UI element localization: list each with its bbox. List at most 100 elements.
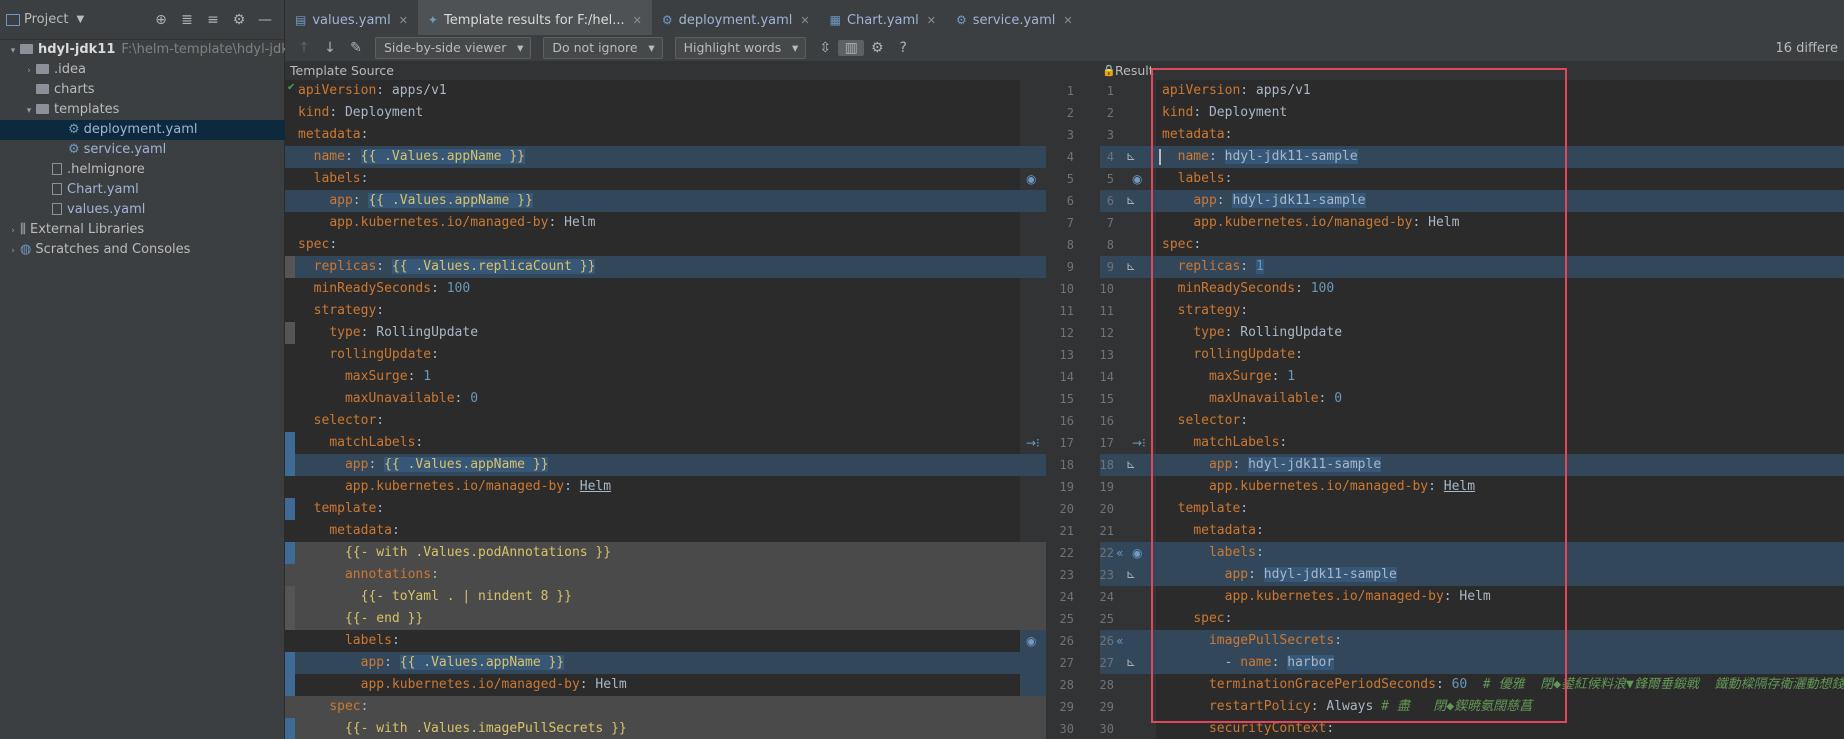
scratch-icon: ◍	[20, 242, 32, 257]
gear-icon: ⚙	[68, 122, 80, 137]
tree-item[interactable]: .helmignore	[0, 160, 322, 180]
code-line: {{- end }}	[285, 608, 1020, 630]
tab-3[interactable]: ▦ Chart.yaml ✕	[820, 0, 946, 40]
sync-scroll-icon[interactable]: ▥	[838, 40, 865, 56]
settings-gear-icon[interactable]: ⚙	[864, 40, 890, 56]
ignore-dropdown[interactable]: Do not ignore	[543, 37, 663, 59]
tree-item[interactable]: charts	[0, 80, 306, 100]
tree-item[interactable]: › .idea	[0, 60, 306, 80]
template-source-pane[interactable]: apiVersion: apps/v1 kind: Deployment metad…	[285, 80, 1020, 739]
apply-change-icon[interactable]: ⊾	[1126, 259, 1136, 273]
line-number: 12	[1059, 326, 1074, 340]
line-number: 5	[1066, 172, 1074, 186]
insert-arrow-icon[interactable]: →⁝	[1026, 436, 1040, 450]
close-icon[interactable]: ✕	[927, 14, 936, 27]
change-marker	[285, 586, 295, 608]
gutter-band	[1020, 652, 1046, 674]
gutter-band	[1020, 608, 1046, 630]
line-number: 4	[1106, 150, 1114, 164]
merge-icon[interactable]: ◉	[1026, 172, 1036, 186]
apply-change-icon[interactable]: ⊾	[1126, 457, 1136, 471]
line-number: 14	[1099, 370, 1114, 384]
code-line: spec:	[1193, 611, 1233, 626]
line-number: 3	[1106, 128, 1114, 142]
collapse-all-icon[interactable]: ≡	[200, 12, 226, 28]
tab-4[interactable]: ⚙ service.yaml ✕	[946, 0, 1083, 40]
tab-0[interactable]: ▤ values.yaml ✕	[285, 0, 418, 40]
code-line: maxUnavailable: 0	[344, 391, 479, 406]
result-pane[interactable]: apiVersion: apps/v1 kind: Deployment metad…	[1156, 80, 1844, 739]
line-number: 2	[1106, 106, 1114, 120]
viewer-dropdown[interactable]: Side-by-side viewer	[375, 37, 532, 59]
tree-item[interactable]: › ⫼ External Libraries	[0, 220, 290, 240]
highlight-dropdown[interactable]: Highlight words	[674, 37, 807, 59]
collapse-unchanged-icon[interactable]: ⇳	[812, 40, 838, 56]
arrow-up-icon[interactable]: ↑	[291, 40, 317, 56]
arrow-down-icon[interactable]: ↓	[317, 40, 343, 56]
apply-change-icon[interactable]: ⊾	[1126, 193, 1136, 207]
close-icon[interactable]: ✕	[633, 14, 642, 27]
tree-item[interactable]: ▾ templates	[0, 100, 306, 120]
close-icon[interactable]: ✕	[1063, 14, 1072, 27]
chevron-down-icon[interactable]: ▼	[76, 14, 84, 25]
accept-left-icon[interactable]: «	[1116, 634, 1123, 648]
apply-change-icon[interactable]: ⊾	[1126, 149, 1136, 163]
folder-icon	[36, 84, 49, 94]
insert-arrow-icon[interactable]: →⁝	[1132, 436, 1146, 450]
code-line: labels:	[1156, 542, 1844, 564]
code-line: matchLabels:	[329, 435, 424, 450]
line-number: 17	[1059, 436, 1074, 450]
project-window-icon	[6, 13, 20, 26]
line-number: 13	[1099, 348, 1114, 362]
merge-icon[interactable]: ◉	[1132, 546, 1142, 560]
code-line: labels:	[1177, 171, 1233, 186]
code-line: app: hdyl-jdk11-sample	[1156, 190, 1844, 212]
tab-label: values.yaml	[312, 12, 391, 28]
expand-all-icon[interactable]: ≣	[174, 12, 200, 28]
minimize-icon[interactable]: —	[252, 12, 278, 28]
line-number: 21	[1099, 524, 1114, 538]
line-number: 9	[1106, 260, 1114, 274]
code-line: app: hdyl-jdk11-sample	[1156, 564, 1844, 586]
line-number: 17	[1099, 436, 1114, 450]
code-line: strategy:	[313, 303, 385, 318]
line-number: 16	[1059, 414, 1074, 428]
tab-1[interactable]: ✦ Template results for F:/hel... ✕	[417, 0, 652, 40]
line-number: 16	[1099, 414, 1114, 428]
tree-item[interactable]: › ◍ Scratches and Consoles	[0, 240, 290, 260]
code-line: replicas: 1	[1156, 256, 1844, 278]
code-line: spec:	[1162, 237, 1202, 252]
change-marker	[285, 718, 295, 739]
help-button[interactable]: ?	[890, 40, 916, 56]
code-line: minReadySeconds: 100	[1177, 281, 1335, 296]
gear-icon[interactable]: ⚙	[226, 12, 252, 28]
tree-item[interactable]: values.yaml	[0, 200, 322, 220]
code-line: matchLabels:	[1193, 435, 1288, 450]
tree-item-label: service.yaml	[83, 142, 167, 157]
code-line: template:	[313, 501, 385, 516]
crosshair-icon[interactable]: ⊕	[148, 12, 174, 28]
code-line: app.kubernetes.io/managed-by: Helm	[1193, 215, 1460, 230]
tree-item[interactable]: Chart.yaml	[0, 180, 322, 200]
merge-icon[interactable]: ◉	[1026, 634, 1036, 648]
accept-left-icon[interactable]: «	[1116, 546, 1123, 560]
close-icon[interactable]: ✕	[800, 14, 809, 27]
line-number: 13	[1059, 348, 1074, 362]
edit-pencil-icon[interactable]: ✎	[343, 40, 369, 56]
tree-item[interactable]: ▾ hdyl-jdk11 F:\helm-template\hdyl-jdk11	[0, 40, 306, 60]
project-title[interactable]: Project	[24, 12, 68, 27]
apply-change-icon[interactable]: ⊾	[1126, 567, 1136, 581]
tree-item-label: values.yaml	[67, 202, 146, 217]
line-number: 1	[1106, 84, 1114, 98]
gear-icon: ⚙	[68, 142, 80, 157]
code-line: imagePullSecrets:	[1156, 630, 1844, 652]
close-icon[interactable]: ✕	[399, 14, 408, 27]
merge-icon[interactable]: ◉	[1132, 172, 1142, 186]
template-icon: ✦	[427, 13, 438, 27]
yaml-icon: ▤	[295, 13, 307, 27]
tree-item-label: .idea	[54, 62, 86, 77]
tab-2[interactable]: ⚙ deployment.yaml ✕	[652, 0, 820, 40]
code-line: minReadySeconds: 100	[313, 281, 471, 296]
code-line: type: RollingUpdate	[329, 325, 479, 340]
apply-change-icon[interactable]: ⊾	[1126, 655, 1136, 669]
